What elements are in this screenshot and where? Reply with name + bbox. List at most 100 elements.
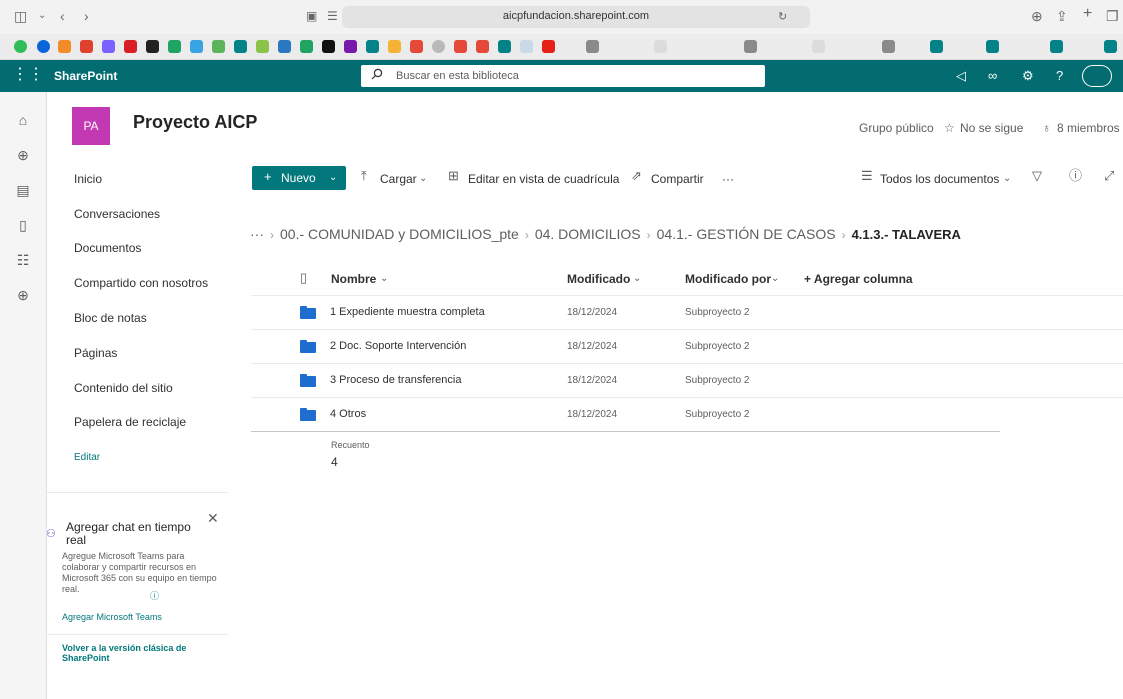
help-icon[interactable]: ? (1056, 68, 1063, 84)
row-modified-by[interactable]: Subproyecto 2 (685, 307, 750, 318)
address-bar[interactable]: aicpfundacion.sharepoint.com (342, 6, 810, 28)
column-header-name[interactable]: Nombre (331, 272, 376, 286)
new-tab-icon[interactable]: + (1083, 6, 1092, 22)
breadcrumb-item[interactable]: 04. DOMICILIOS (535, 226, 641, 242)
view-selector[interactable]: Todos los documentos (880, 172, 999, 186)
table-row[interactable]: 1 Expediente muestra completa 18/12/2024… (251, 295, 1123, 329)
table-row[interactable]: 3 Proceso de transferencia 18/12/2024 Su… (251, 363, 1123, 397)
grey-logo-icon-5[interactable] (882, 40, 895, 53)
image-logo-icon[interactable] (520, 40, 533, 53)
refresh-icon[interactable]: ↻ (778, 9, 787, 25)
at-logo-icon[interactable] (432, 40, 445, 53)
tool-logo-icon[interactable] (190, 40, 203, 53)
tab-overview-icon[interactable]: ❐ (1106, 8, 1119, 24)
nav-item-conversaciones[interactable]: Conversaciones (74, 207, 160, 221)
drive-logo-icon[interactable] (168, 40, 181, 53)
onenote-logo-icon[interactable] (344, 40, 357, 53)
green-circle-icon[interactable] (14, 40, 27, 53)
site-logo[interactable]: PA (72, 107, 110, 145)
amazon-logo-icon[interactable] (146, 40, 159, 53)
megaphone-icon[interactable]: ◁ (956, 68, 966, 84)
row-name[interactable]: 2 Doc. Soporte Intervención (330, 340, 466, 352)
row-modified-by[interactable]: Subproyecto 2 (685, 375, 750, 386)
grey-logo-icon-4[interactable] (812, 40, 825, 53)
column-header-modified-by[interactable]: Modificado por (685, 272, 771, 286)
members-button[interactable]: 8 miembros (1057, 121, 1120, 135)
share-network-icon[interactable]: ∞ (988, 68, 997, 84)
row-name[interactable]: 4 Otros (330, 408, 366, 420)
chevron-down-icon[interactable]: ⌄ (771, 273, 779, 284)
nav-item-documentos[interactable]: Documentos (74, 241, 141, 255)
chevron-down-icon[interactable]: ⌄ (1003, 171, 1011, 187)
nav-item-papelera[interactable]: Papelera de reciclaje (74, 415, 186, 429)
multicolor-logo-icon[interactable] (102, 40, 115, 53)
avatar[interactable] (1082, 65, 1112, 87)
forward-icon[interactable]: › (84, 8, 89, 24)
nav-item-contenido[interactable]: Contenido del sitio (74, 381, 173, 395)
share-button[interactable]: Compartir (651, 172, 704, 186)
row-modified-by[interactable]: Subproyecto 2 (685, 409, 750, 420)
chevron-down-icon[interactable]: ⌄ (38, 8, 46, 24)
check-logo-icon-2[interactable] (256, 40, 269, 53)
orange-logo-icon[interactable] (58, 40, 71, 53)
home-icon[interactable]: ⌂ (15, 112, 31, 128)
star-icon[interactable]: ☆ (944, 121, 955, 135)
star-logo-icon[interactable] (388, 40, 401, 53)
add-icon[interactable]: ⊕ (15, 287, 31, 303)
more-button[interactable]: ··· (722, 172, 734, 186)
row-modified-by[interactable]: Subproyecto 2 (685, 341, 750, 352)
brand-name[interactable]: SharePoint (54, 69, 117, 83)
share-icon[interactable]: ⇪ (1056, 8, 1068, 24)
red-logo-icon[interactable] (80, 40, 93, 53)
add-teams-link[interactable]: Agregar Microsoft Teams (62, 612, 162, 622)
column-header-modified[interactable]: Modificado (567, 272, 630, 286)
sharepoint-logo-icon-5[interactable] (986, 40, 999, 53)
sharepoint-logo-icon[interactable] (234, 40, 247, 53)
nav-item-paginas[interactable]: Páginas (74, 346, 117, 360)
nav-item-compartido[interactable]: Compartido con nosotros (74, 276, 208, 290)
search-input[interactable]: Buscar en esta biblioteca (361, 65, 765, 87)
chevron-down-icon[interactable]: ⌄ (633, 273, 641, 284)
nav-edit-link[interactable]: Editar (74, 452, 100, 463)
grey-logo-icon-3[interactable] (744, 40, 757, 53)
close-icon[interactable]: ✕ (207, 510, 219, 527)
globe-icon[interactable]: ⊕ (15, 147, 31, 163)
forms-logo-icon[interactable] (278, 40, 291, 53)
filter-icon[interactable]: ▽ (1032, 168, 1042, 184)
grey-logo-icon[interactable] (586, 40, 599, 53)
gear-icon[interactable]: ⚙ (1022, 68, 1034, 84)
sharepoint-logo-icon-7[interactable] (1104, 40, 1117, 53)
new-button[interactable]: + Nuevo ⌄ (252, 166, 346, 190)
app-launcher-icon[interactable]: ⋮⋮ (12, 66, 44, 84)
row-name[interactable]: 3 Proceso de transferencia (330, 374, 461, 386)
tab-icon[interactable]: ▣ (306, 8, 317, 24)
youtube-logo-icon[interactable] (542, 40, 555, 53)
info-icon[interactable]: ⓘ (150, 589, 159, 602)
follow-button[interactable]: No se sigue (960, 121, 1023, 135)
x-logo-icon[interactable] (322, 40, 335, 53)
sidebar-toggle-icon[interactable]: ◫ (14, 8, 27, 24)
red-logo-icon-2[interactable] (410, 40, 423, 53)
sharepoint-logo-icon-6[interactable] (1050, 40, 1063, 53)
reader-icon[interactable]: ☰ (327, 8, 338, 24)
breadcrumb-ellipsis[interactable]: ··· (250, 226, 264, 242)
news-icon[interactable]: ▤ (15, 182, 31, 198)
file-icon[interactable]: ▯ (15, 217, 31, 233)
download-icon[interactable]: ⊕ (1031, 8, 1043, 24)
back-icon[interactable]: ‹ (60, 8, 65, 24)
add-column-button[interactable]: + Agregar columna (804, 272, 913, 286)
check-logo-icon[interactable] (212, 40, 225, 53)
table-row[interactable]: 2 Doc. Soporte Intervención 18/12/2024 S… (251, 329, 1123, 363)
list-icon[interactable]: ☷ (15, 252, 31, 268)
red-logo-icon-3[interactable] (454, 40, 467, 53)
row-name[interactable]: 1 Expediente muestra completa (330, 306, 485, 318)
expand-icon[interactable]: ⤢ (1104, 168, 1114, 184)
grey-logo-icon-2[interactable] (654, 40, 667, 53)
breadcrumb-item[interactable]: 04.1.- GESTIÓN DE CASOS (657, 226, 836, 242)
breadcrumb-item[interactable]: 00.- COMUNIDAD y DOMICILIOS_pte (280, 226, 519, 242)
chevron-down-icon[interactable]: ⌄ (380, 273, 388, 284)
sharepoint-logo-icon-2[interactable] (366, 40, 379, 53)
chevron-down-icon[interactable]: ⌄ (419, 171, 427, 187)
info-icon[interactable]: ⓘ (1069, 168, 1082, 184)
blue-circle-icon[interactable] (37, 40, 50, 53)
